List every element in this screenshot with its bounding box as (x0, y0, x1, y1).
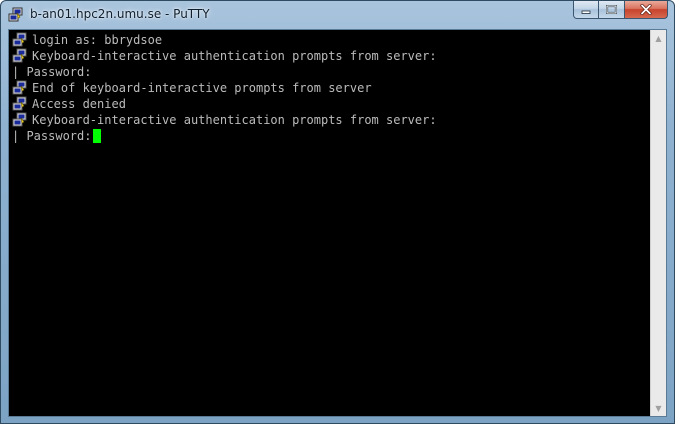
text-cursor (93, 129, 102, 143)
terminal-line-text: login as: bbrydsoe (32, 33, 163, 47)
title-bar[interactable]: b-an01.hpc2n.umu.se - PuTTY (1, 1, 674, 29)
close-button[interactable] (625, 1, 668, 19)
terminal-line-text: | Password: (12, 129, 92, 143)
caption-buttons (573, 1, 668, 20)
vertical-scrollbar[interactable]: ▲ ▼ (650, 30, 666, 416)
terminal-line-text: | Password: (12, 65, 92, 79)
putty-icon (12, 112, 28, 128)
terminal-line-text: End of keyboard-interactive prompts from… (32, 81, 372, 95)
terminal-line: | Password: (12, 64, 650, 80)
putty-icon[interactable] (8, 7, 24, 23)
terminal-line-text: Keyboard-interactive authentication prom… (32, 49, 437, 63)
client-area: login as: bbrydsoe Keyboard-interactive a… (8, 29, 667, 417)
scroll-up-arrow[interactable]: ▲ (651, 30, 666, 46)
terminal-line-text: Keyboard-interactive authentication prom… (32, 113, 437, 127)
close-icon (640, 4, 652, 15)
terminal-line: Keyboard-interactive authentication prom… (12, 112, 650, 128)
putty-icon (12, 80, 28, 96)
maximize-icon (606, 5, 617, 14)
terminal-screen[interactable]: login as: bbrydsoe Keyboard-interactive a… (9, 30, 650, 416)
window-title: b-an01.hpc2n.umu.se - PuTTY (30, 7, 210, 21)
terminal-line: End of keyboard-interactive prompts from… (12, 80, 650, 96)
minimize-button[interactable] (573, 1, 599, 19)
putty-window: b-an01.hpc2n.umu.se - PuTTY login as: bb… (0, 0, 675, 424)
minimize-icon (581, 6, 591, 14)
putty-icon (12, 96, 28, 112)
maximize-button[interactable] (599, 1, 625, 19)
putty-icon (12, 48, 28, 64)
terminal-line: Access denied (12, 96, 650, 112)
putty-icon (12, 32, 28, 48)
scroll-down-arrow[interactable]: ▼ (651, 400, 666, 416)
terminal-line: | Password: (12, 128, 650, 144)
terminal-line: login as: bbrydsoe (12, 32, 650, 48)
terminal-line: Keyboard-interactive authentication prom… (12, 48, 650, 64)
terminal-line-text: Access denied (32, 97, 126, 111)
